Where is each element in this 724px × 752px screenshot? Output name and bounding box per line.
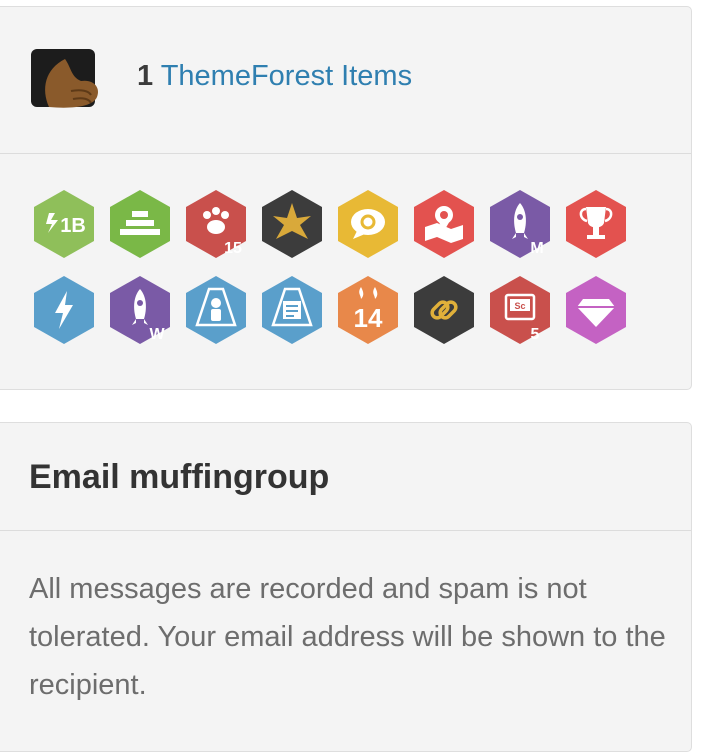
map-badge[interactable] <box>413 189 475 259</box>
paw-badge[interactable]: 15 <box>185 189 247 259</box>
rocket-m-badge[interactable]: M <box>489 189 551 259</box>
author-card: 1 ThemeForest Items 1B 15 M W 14 Sc 5 <box>0 6 692 390</box>
svg-text:14: 14 <box>354 303 383 333</box>
feedback-badge[interactable] <box>337 189 399 259</box>
trophy-badge[interactable] <box>565 189 627 259</box>
rocket-w-badge[interactable]: W <box>109 275 171 345</box>
email-title: Email muffingroup <box>29 458 330 496</box>
items-count: 1 <box>137 60 154 92</box>
email-card: Email muffingroup All messages are recor… <box>0 422 692 752</box>
svg-text:W: W <box>149 326 165 343</box>
link-badge[interactable] <box>413 275 475 345</box>
svg-text:5: 5 <box>531 326 540 343</box>
themeforest-items-link[interactable]: ThemeForest Items <box>161 60 412 92</box>
years-badge[interactable]: 14 <box>337 275 399 345</box>
author-avatar[interactable] <box>31 49 101 111</box>
spotlight-doc-badge[interactable] <box>261 275 323 345</box>
email-header: Email muffingroup <box>0 423 691 531</box>
diamond-badge[interactable] <box>565 275 627 345</box>
lightning-badge[interactable] <box>33 275 95 345</box>
spotlight-person-badge[interactable] <box>185 275 247 345</box>
star-badge[interactable] <box>261 189 323 259</box>
svg-text:1B: 1B <box>60 215 86 237</box>
svg-text:15: 15 <box>224 240 242 257</box>
svg-text:M: M <box>530 240 543 257</box>
author-items-line: 1 ThemeForest Items <box>137 58 412 94</box>
svg-text:Sc: Sc <box>514 301 525 311</box>
level-badge[interactable] <box>109 189 171 259</box>
one-billion-badge[interactable]: 1B <box>33 189 95 259</box>
author-items-row: 1 ThemeForest Items <box>0 7 691 154</box>
email-note: All messages are recorded and spam is no… <box>29 573 666 701</box>
sc-badge[interactable]: Sc 5 <box>489 275 551 345</box>
